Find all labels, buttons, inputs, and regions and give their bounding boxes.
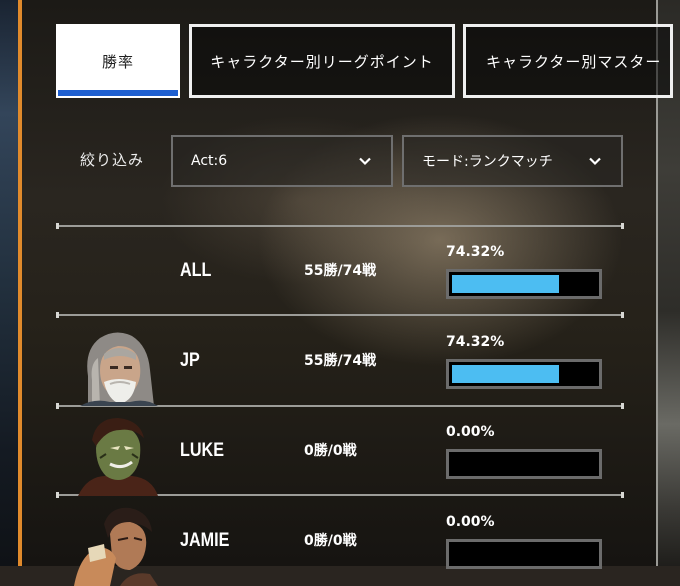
- win-rate-percent: 0.00%: [446, 424, 495, 440]
- tab-character-master[interactable]: キャラクター別マスター: [463, 24, 673, 98]
- win-loss-record: 55勝/74戦: [304, 263, 377, 279]
- character-name: JP: [180, 350, 200, 371]
- stats-row-jamie[interactable]: JAMIE 0勝/0戦 0.00%: [56, 496, 624, 586]
- jamie-avatar: [74, 507, 158, 586]
- win-rate-percent: 0.00%: [446, 514, 495, 530]
- win-loss-record: 55勝/74戦: [304, 353, 377, 369]
- stats-row-luke[interactable]: LUKE 0勝/0戦 0.00%: [56, 406, 624, 496]
- win-rate-bar: [446, 269, 602, 299]
- stats-row-jp[interactable]: JP 55勝/74戦 74.32%: [56, 316, 624, 406]
- tab-character-master-label: キャラクター別マスター: [486, 52, 662, 71]
- win-loss-record: 0勝/0戦: [304, 533, 357, 549]
- stats-row-all[interactable]: ALL 55勝/74戦 74.32%: [56, 226, 624, 316]
- chevron-down-icon: [359, 157, 371, 166]
- win-rate-bar-fill: [452, 275, 560, 293]
- filter-label: 絞り込み: [80, 151, 145, 169]
- win-loss-record: 0勝/0戦: [304, 443, 357, 459]
- win-rate-percent: 74.32%: [446, 244, 505, 260]
- tab-win-rate[interactable]: 勝率: [56, 24, 180, 98]
- act-dropdown[interactable]: Act:6: [171, 135, 393, 187]
- tab-win-rate-label: 勝率: [101, 52, 134, 71]
- jp-avatar: [80, 332, 158, 406]
- left-accent-border: [18, 0, 22, 566]
- character-name: LUKE: [180, 440, 224, 461]
- character-name: JAMIE: [180, 530, 230, 551]
- act-dropdown-value: Act:6: [191, 153, 228, 169]
- mode-dropdown-value: モード:ランクマッチ: [422, 154, 553, 170]
- win-rate-percent: 74.32%: [446, 334, 505, 350]
- character-name: ALL: [180, 260, 212, 281]
- win-rate-bar: [446, 359, 602, 389]
- tab-character-league-points[interactable]: キャラクター別リーグポイント: [189, 24, 455, 98]
- active-tab-underline: [58, 90, 178, 96]
- win-rate-bar-fill: [452, 365, 560, 383]
- tab-character-league-points-label: キャラクター別リーグポイント: [210, 52, 434, 71]
- luke-avatar: [78, 418, 158, 496]
- win-rate-bar: [446, 449, 602, 479]
- win-rate-bar: [446, 539, 602, 569]
- mode-dropdown[interactable]: モード:ランクマッチ: [402, 135, 623, 187]
- chevron-down-icon: [589, 157, 601, 166]
- left-background-strip: [0, 0, 18, 566]
